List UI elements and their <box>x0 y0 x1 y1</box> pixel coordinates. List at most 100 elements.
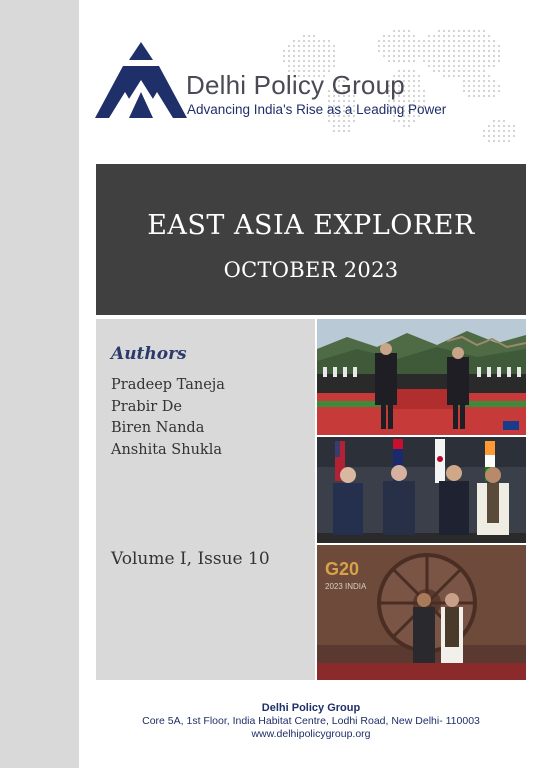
map-dot <box>402 119 406 123</box>
map-dot <box>382 39 386 43</box>
map-dot <box>387 49 391 53</box>
map-dot <box>477 59 481 63</box>
map-dot <box>492 89 496 93</box>
map-dot <box>472 94 476 98</box>
map-dot <box>487 89 491 93</box>
map-dot <box>412 69 416 73</box>
map-dot <box>322 44 326 48</box>
map-dot <box>327 64 331 68</box>
map-dot <box>412 59 416 63</box>
map-dot <box>492 64 496 68</box>
map-dot <box>442 44 446 48</box>
map-dot <box>407 79 411 83</box>
map-dot <box>417 84 421 88</box>
map-dot <box>472 34 476 38</box>
map-dot <box>417 49 421 53</box>
map-dot <box>307 59 311 63</box>
map-dot <box>482 39 486 43</box>
map-dot <box>402 44 406 48</box>
map-dot <box>487 64 491 68</box>
map-dot <box>307 54 311 58</box>
map-dot <box>482 74 486 78</box>
map-dot <box>332 124 336 128</box>
map-dot <box>477 84 481 88</box>
map-dot <box>292 44 296 48</box>
map-dot <box>412 89 416 93</box>
map-dot <box>432 49 436 53</box>
map-dot <box>467 69 471 73</box>
map-dot <box>467 34 471 38</box>
map-dot <box>427 49 431 53</box>
map-dot <box>417 89 421 93</box>
map-dot <box>432 34 436 38</box>
map-dot <box>407 84 411 88</box>
map-dot <box>492 39 496 43</box>
map-dot <box>492 59 496 63</box>
map-dot <box>312 49 316 53</box>
map-dot <box>387 54 391 58</box>
map-dot <box>427 34 431 38</box>
map-dot <box>387 39 391 43</box>
map-dot <box>292 49 296 53</box>
map-dot <box>337 119 341 123</box>
map-dot <box>477 54 481 58</box>
volume-issue-label: Volume I, Issue 10 <box>111 549 270 569</box>
map-dot <box>472 69 476 73</box>
map-dot <box>397 29 401 33</box>
map-dot <box>427 64 431 68</box>
map-dot <box>462 29 466 33</box>
map-dot <box>472 74 476 78</box>
map-dot <box>457 44 461 48</box>
map-dot <box>437 34 441 38</box>
map-dot <box>497 44 501 48</box>
map-dot <box>397 119 401 123</box>
map-dot <box>392 59 396 63</box>
map-dot <box>492 139 496 143</box>
org-tagline: Advancing India's Rise as a Leading Powe… <box>187 102 447 117</box>
map-dot <box>427 54 431 58</box>
map-dot <box>492 124 496 128</box>
map-dot <box>487 139 491 143</box>
map-dot <box>287 54 291 58</box>
map-dot <box>467 39 471 43</box>
map-dot <box>317 64 321 68</box>
map-dot <box>477 69 481 73</box>
map-dot <box>477 49 481 53</box>
map-dot <box>377 44 381 48</box>
map-dot <box>482 54 486 58</box>
map-dot <box>387 34 391 38</box>
map-dot <box>322 54 326 58</box>
map-dot <box>412 119 416 123</box>
map-dot <box>387 44 391 48</box>
map-dot <box>447 49 451 53</box>
left-margin-strip <box>0 0 79 768</box>
map-dot <box>442 54 446 58</box>
map-dot <box>332 59 336 63</box>
map-dot <box>487 54 491 58</box>
svg-text:G20: G20 <box>325 559 359 579</box>
map-dot <box>447 39 451 43</box>
author-name: Prabir De <box>111 398 182 415</box>
map-dot <box>402 59 406 63</box>
map-dot <box>327 39 331 43</box>
map-dot <box>437 64 441 68</box>
map-dot <box>407 124 411 128</box>
map-dot <box>312 59 316 63</box>
map-dot <box>452 69 456 73</box>
map-dot <box>432 64 436 68</box>
map-dot <box>397 49 401 53</box>
map-dot <box>447 69 451 73</box>
map-dot <box>467 84 471 88</box>
map-dot <box>392 54 396 58</box>
map-dot <box>332 49 336 53</box>
footer-website-link[interactable]: www.delhipolicygroup.org <box>96 728 526 741</box>
map-dot <box>437 59 441 63</box>
map-dot <box>487 34 491 38</box>
map-dot <box>297 54 301 58</box>
map-dot <box>422 89 426 93</box>
map-dot <box>457 34 461 38</box>
map-dot <box>327 119 331 123</box>
map-dot <box>482 34 486 38</box>
map-dot <box>487 84 491 88</box>
map-dot <box>487 39 491 43</box>
